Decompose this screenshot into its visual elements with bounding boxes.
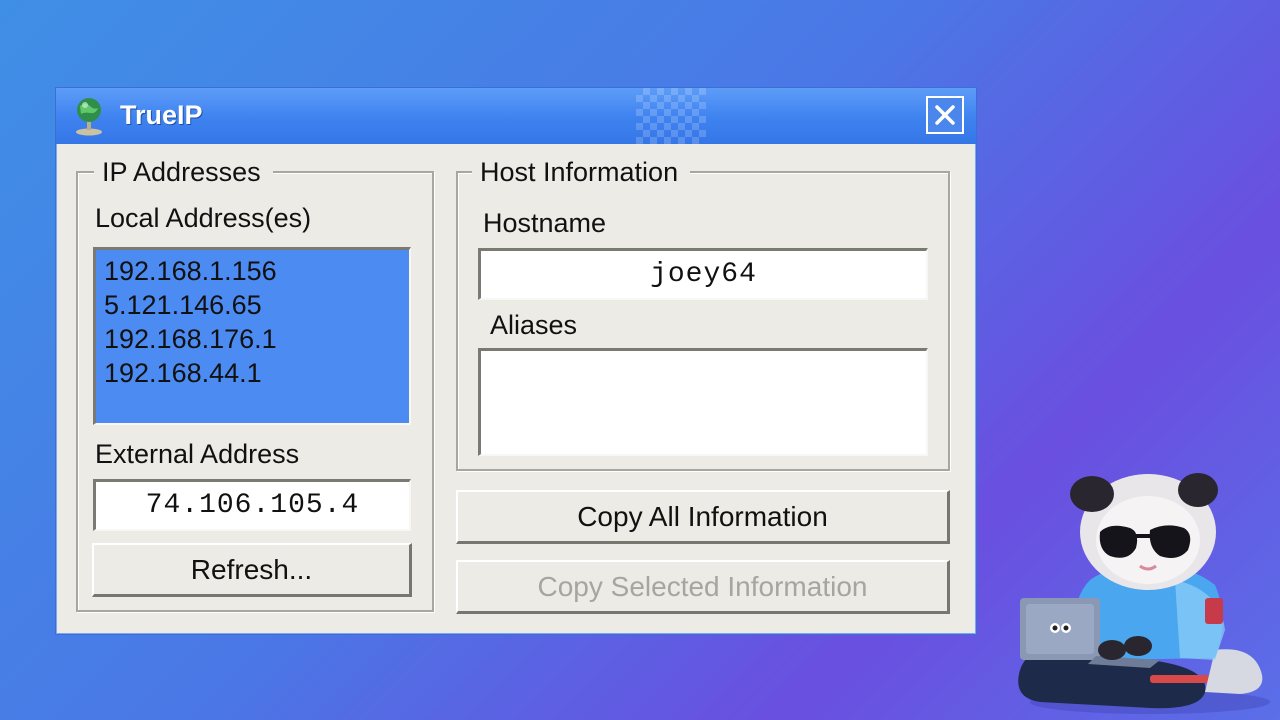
local-address-label: Local Address(es) <box>95 203 312 233</box>
refresh-button[interactable]: Refresh... <box>92 543 412 597</box>
copy-selected-button[interactable]: Copy Selected Information <box>456 560 950 614</box>
window-title: TrueIP <box>120 100 203 130</box>
host-information-group: Host Information Hostname joey64 Aliases <box>456 157 950 471</box>
copy-all-button[interactable]: Copy All Information <box>456 490 950 544</box>
list-item[interactable]: 192.168.44.1 <box>96 356 409 390</box>
external-address-label: External Address <box>95 439 300 469</box>
close-icon <box>935 105 955 125</box>
external-address-field[interactable]: 74.106.105.4 <box>93 479 411 531</box>
aliases-label: Aliases <box>490 310 578 340</box>
list-item[interactable]: 5.121.146.65 <box>96 288 409 322</box>
ip-addresses-legend: IP Addresses <box>94 157 273 188</box>
trueip-window: TrueIP IP Addresses Local Address(es) 19… <box>55 87 977 635</box>
list-item[interactable]: 192.168.176.1 <box>96 322 409 356</box>
host-information-legend: Host Information <box>472 157 691 188</box>
external-address-value: 74.106.105.4 <box>145 490 360 521</box>
list-item[interactable]: 192.168.1.156 <box>96 254 409 288</box>
panda-mascot <box>1018 473 1270 714</box>
title-bar[interactable]: TrueIP <box>56 88 976 144</box>
local-address-list[interactable]: 192.168.1.156 5.121.146.65 192.168.176.1… <box>93 247 411 425</box>
aliases-field[interactable] <box>478 348 928 456</box>
globe-icon <box>76 98 102 136</box>
hostname-value: joey64 <box>650 259 757 290</box>
ip-addresses-group: IP Addresses Local Address(es) 192.168.1… <box>76 157 434 612</box>
titlebar-pattern <box>636 88 706 144</box>
close-button[interactable] <box>926 96 964 134</box>
hostname-label: Hostname <box>483 208 607 238</box>
hostname-field[interactable]: joey64 <box>478 248 928 300</box>
